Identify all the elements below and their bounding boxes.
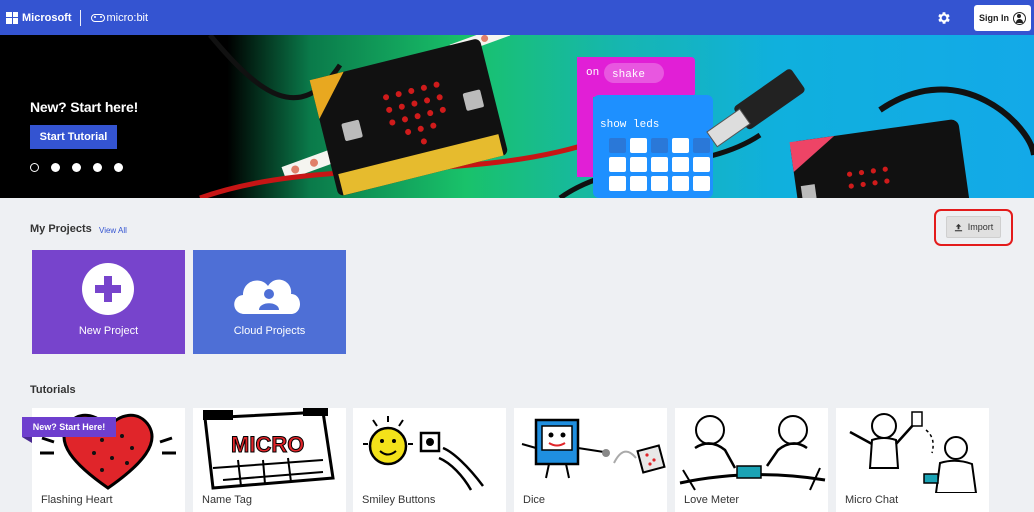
new-start-here-badge: New? Start Here! (22, 417, 116, 443)
import-button[interactable]: Import (946, 216, 1001, 238)
carousel-dot-1[interactable] (30, 163, 39, 172)
cloud-projects-card[interactable]: Cloud Projects (193, 250, 346, 354)
upload-icon (954, 223, 962, 231)
tutorial-card-smiley-buttons[interactable]: Smiley Buttons (353, 408, 506, 512)
name-tag-icon: MICRO (203, 408, 335, 490)
tutorial-card-name-tag[interactable]: MICRO Name Tag (193, 408, 346, 512)
carousel-dot-2[interactable] (51, 163, 60, 172)
plus-icon (82, 263, 134, 315)
user-icon (1013, 11, 1026, 25)
new-project-card[interactable]: New Project (32, 250, 185, 354)
carousel-dot-4[interactable] (93, 163, 102, 172)
hero-title: New? Start here! (30, 99, 139, 115)
my-projects-title: My Projects (30, 223, 92, 235)
tutorial-label: Flashing Heart (41, 494, 113, 506)
microbit-logo-icon (90, 13, 105, 22)
tutorial-label: Dice (523, 494, 546, 506)
carousel-dot-5[interactable] (114, 163, 123, 172)
microsoft-logo[interactable]: Microsoft (6, 11, 72, 24)
top-bar: Microsoft micro:bit Sign In (0, 0, 1034, 35)
import-label: Import (967, 222, 994, 232)
code-action: show leds (600, 119, 659, 131)
cloud-user-icon (234, 279, 300, 314)
name-tag-art-text: MICRO (231, 432, 304, 457)
hero-artwork: on shake show leds (0, 35, 1034, 198)
tutorial-label: Love Meter (684, 494, 740, 506)
tutorial-card-love-meter[interactable]: Love Meter (675, 408, 828, 512)
tutorial-card-micro-chat[interactable]: Micro Chat (836, 408, 989, 512)
microbit-logo[interactable]: micro:bit (90, 11, 149, 24)
tutorial-label: Micro Chat (845, 494, 899, 506)
new-project-label: New Project (78, 325, 139, 337)
sign-in-label: Sign In (979, 13, 1009, 23)
smiley-icon (363, 416, 484, 491)
tutorial-card-dice[interactable]: Dice (514, 408, 667, 512)
microbit-brand: micro:bit (106, 11, 149, 24)
hero-banner: on shake show leds New? Start here! Star… (0, 35, 1034, 198)
code-event-keyword: on (586, 67, 599, 79)
microsoft-brand: Microsoft (22, 11, 72, 24)
start-tutorial-button[interactable]: Start Tutorial (30, 125, 117, 149)
tutorial-label: Smiley Buttons (362, 494, 436, 506)
tutorial-label: Name Tag (202, 494, 252, 506)
love-meter-icon (679, 415, 826, 491)
sign-in-button[interactable]: Sign In (974, 5, 1031, 31)
chat-icon (849, 411, 978, 493)
carousel-dot-3[interactable] (72, 163, 81, 172)
carousel-dots (30, 163, 123, 172)
dice-icon (521, 418, 666, 479)
gear-icon[interactable] (936, 10, 952, 26)
cloud-projects-label: Cloud Projects (233, 325, 306, 337)
microsoft-logo-icon (6, 11, 18, 24)
header-divider (79, 9, 81, 26)
view-all-link[interactable]: View All (99, 226, 127, 235)
tutorials-title: Tutorials (30, 384, 76, 396)
code-event-value: shake (612, 69, 645, 81)
